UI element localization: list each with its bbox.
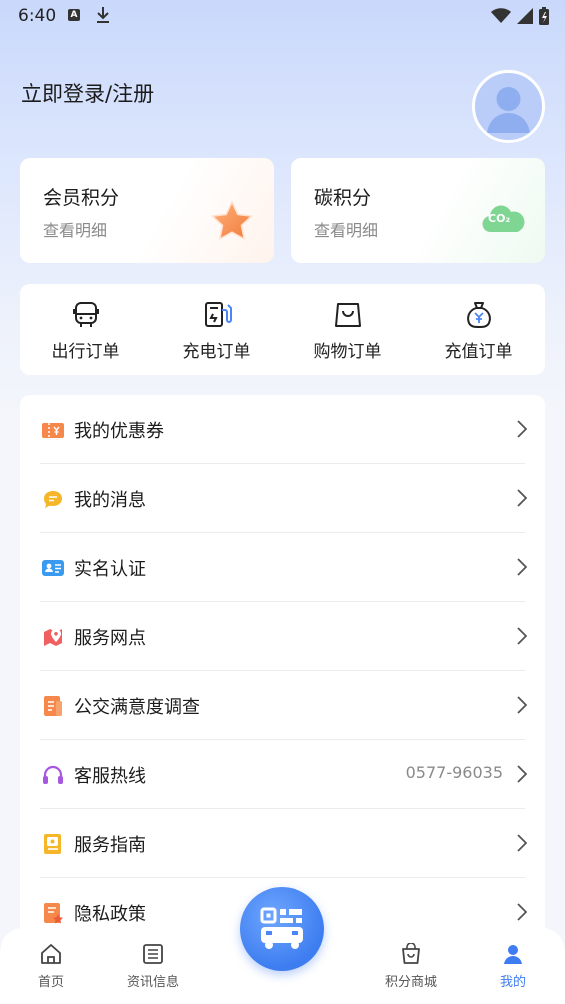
battery-icon xyxy=(539,7,549,25)
guide-icon xyxy=(44,834,61,854)
message-icon xyxy=(44,491,62,508)
menu-item-hotline[interactable]: 客服热线 0577-96035 xyxy=(20,740,545,809)
person-icon xyxy=(504,945,522,964)
star-icon xyxy=(211,201,253,240)
scan-ride-button[interactable] xyxy=(240,887,324,971)
chevron-right-icon xyxy=(517,420,527,438)
coupon-icon xyxy=(42,423,64,438)
tab-news[interactable]: 资讯信息 xyxy=(114,943,192,990)
tab-home[interactable]: 首页 xyxy=(18,943,84,990)
avatar[interactable] xyxy=(472,70,545,143)
charging-station-icon xyxy=(204,302,232,327)
tab-label: 资讯信息 xyxy=(126,975,179,990)
tab-label: 我的 xyxy=(499,975,526,990)
qr-bus-icon xyxy=(260,907,303,949)
carbon-points-title: 碳积分 xyxy=(314,187,372,209)
tab-label: 积分商城 xyxy=(384,975,437,990)
id-card-icon xyxy=(42,560,64,576)
download-icon xyxy=(96,6,110,28)
member-points-title: 会员积分 xyxy=(43,187,120,209)
menu-item-coupons[interactable]: 我的优惠券 xyxy=(20,395,545,464)
menu-item-service-guide[interactable]: 服务指南 xyxy=(20,809,545,878)
co2-label: CO₂ xyxy=(488,212,511,225)
chevron-right-icon xyxy=(517,558,527,576)
order-charging-label: 充电订单 xyxy=(182,342,251,362)
co2-cloud-icon: CO₂ xyxy=(481,200,525,236)
signal-icon xyxy=(517,8,533,24)
status-right-icons xyxy=(491,7,549,25)
headset-icon xyxy=(43,765,63,784)
orders-panel: 出行订单 充电订单 购物订单 充值订单 xyxy=(20,284,545,375)
menu-item-label: 我的优惠券 xyxy=(74,421,164,442)
order-shopping-label: 购物订单 xyxy=(313,342,382,362)
tab-label: 首页 xyxy=(37,975,64,990)
chevron-right-icon xyxy=(517,903,527,921)
tab-mine[interactable]: 我的 xyxy=(480,943,546,990)
menu-item-label: 我的消息 xyxy=(74,490,146,511)
menu-item-label: 客服热线 xyxy=(74,766,146,787)
chevron-right-icon xyxy=(517,489,527,507)
default-avatar-icon xyxy=(487,87,530,133)
chevron-right-icon xyxy=(517,834,527,852)
menu-item-label: 公交满意度调查 xyxy=(74,697,200,718)
member-points-detail-link[interactable]: 查看明细 xyxy=(43,217,107,241)
chevron-right-icon xyxy=(517,696,527,714)
wifi-icon xyxy=(491,8,511,23)
keyboard-a-icon: A xyxy=(68,9,80,21)
bus-icon xyxy=(72,302,99,327)
order-charging[interactable]: 充电订单 xyxy=(151,284,282,375)
menu-item-messages[interactable]: 我的消息 xyxy=(20,464,545,533)
menu-item-label: 隐私政策 xyxy=(74,904,146,925)
chevron-right-icon xyxy=(517,765,527,783)
news-icon xyxy=(143,944,163,964)
order-recharge[interactable]: 充值订单 xyxy=(413,284,544,375)
order-shopping[interactable]: 购物订单 xyxy=(282,284,413,375)
menu-item-survey[interactable]: 公交满意度调查 xyxy=(20,671,545,740)
chevron-right-icon xyxy=(517,627,527,645)
carbon-points-card[interactable]: 碳积分 查看明细 CO₂ xyxy=(291,158,545,263)
shopping-bag-icon xyxy=(334,303,361,327)
menu-item-label: 服务网点 xyxy=(74,628,146,649)
menu-item-label: 服务指南 xyxy=(74,835,146,856)
carbon-points-detail-link[interactable]: 查看明细 xyxy=(314,217,378,241)
status-bar: 6:40 A xyxy=(0,0,565,32)
menu-item-service-points[interactable]: 服务网点 xyxy=(20,602,545,671)
status-time: 6:40 xyxy=(18,6,57,26)
money-bag-icon xyxy=(466,302,491,329)
home-icon xyxy=(41,944,61,964)
hotline-number: 0577-96035 xyxy=(405,763,503,782)
map-pin-icon xyxy=(44,629,62,646)
order-recharge-label: 充值订单 xyxy=(444,342,513,362)
menu-item-real-name-auth[interactable]: 实名认证 xyxy=(20,533,545,602)
order-travel-label: 出行订单 xyxy=(51,342,120,362)
order-travel[interactable]: 出行订单 xyxy=(20,284,151,375)
menu-item-label: 实名认证 xyxy=(74,559,146,580)
survey-icon xyxy=(44,696,62,716)
mall-icon xyxy=(402,942,420,964)
member-points-card[interactable]: 会员积分 查看明细 xyxy=(20,158,274,263)
login-register-link[interactable]: 立即登录/注册 xyxy=(21,78,154,108)
privacy-icon xyxy=(44,903,63,924)
tab-mall[interactable]: 积分商城 xyxy=(372,942,450,990)
